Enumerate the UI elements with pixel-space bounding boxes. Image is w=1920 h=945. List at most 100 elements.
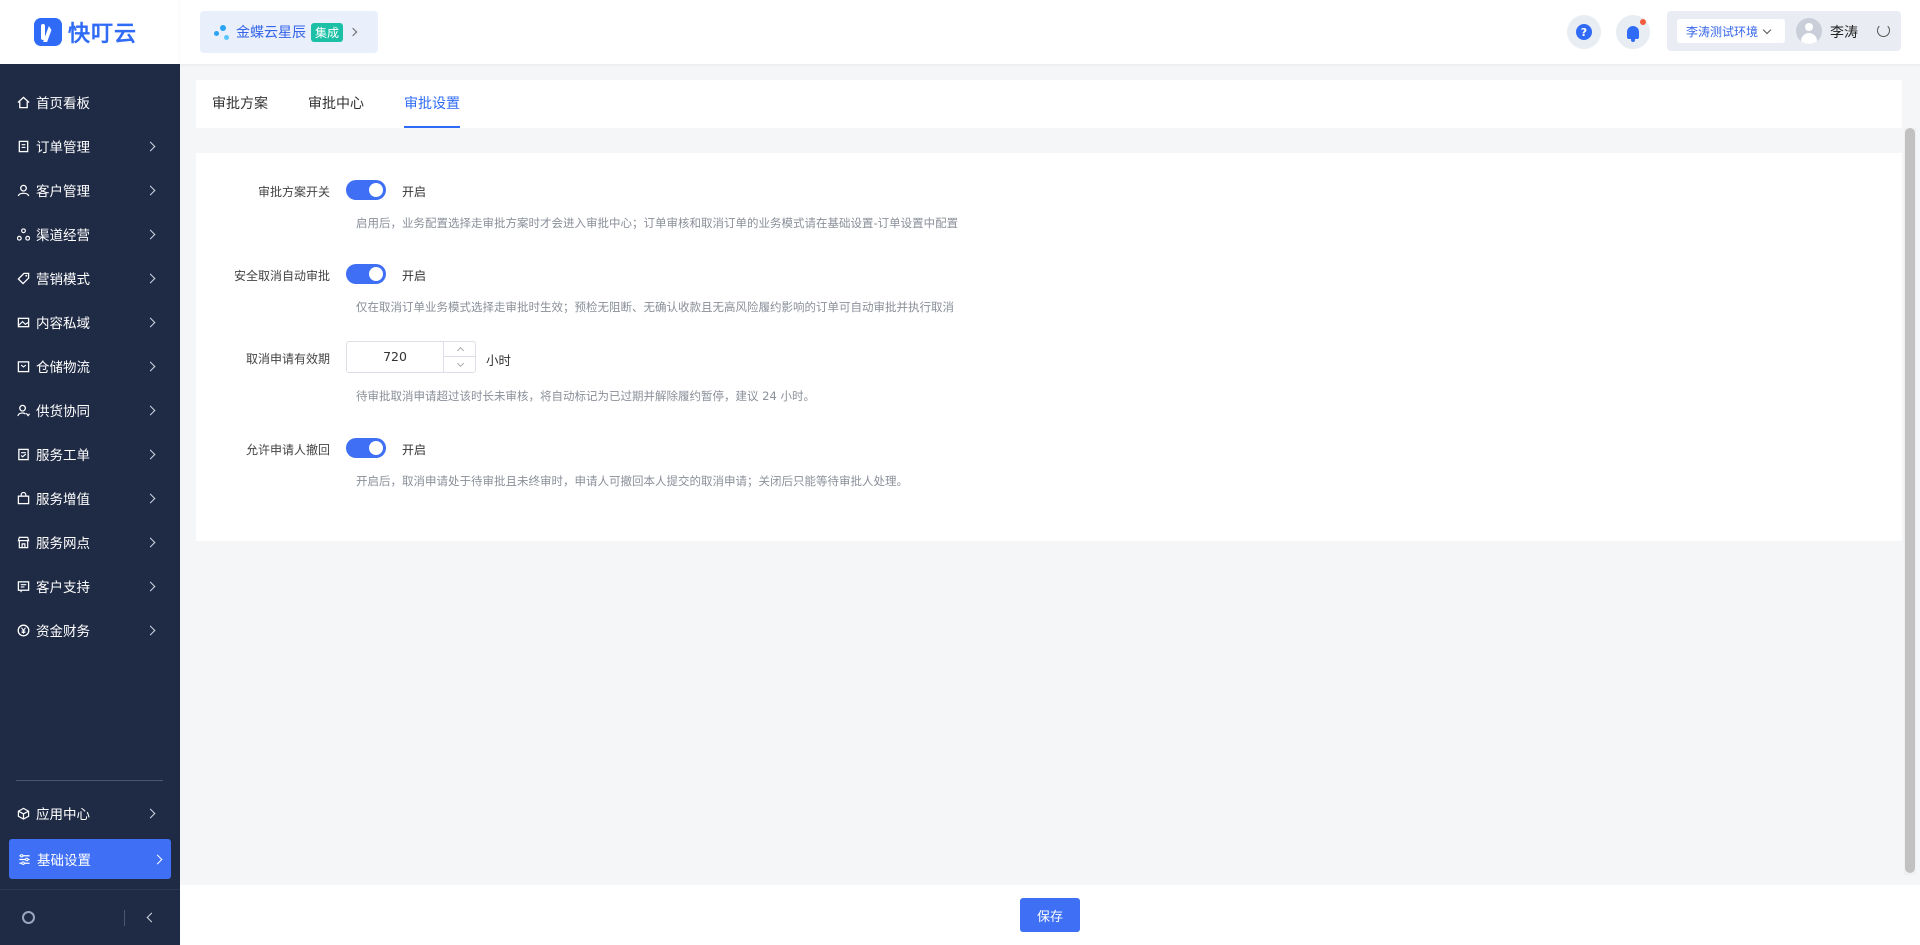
environment-select[interactable]: 李涛测试环境 — [1677, 19, 1785, 43]
field-label: 取消申请有效期 — [245, 352, 330, 366]
yuan-icon — [16, 623, 30, 637]
sidebar: 快叮云 首页看板 订单管理 客户管理 渠道经营 营销模式 内容私域 仓储物流 供… — [0, 0, 180, 945]
environment-label: 李涛测试环境 — [1686, 24, 1759, 39]
collapse-sidebar-icon[interactable] — [146, 912, 157, 923]
sidebar-item-label: 服务网点 — [36, 536, 90, 552]
top-header: 金蝶云星辰 集成 ? 李涛测试环境 李涛 — [180, 0, 1920, 64]
sidebar-bottom-nav: 应用中心 基础设置 — [0, 791, 180, 879]
tab-approval-plans[interactable]: 审批方案 — [212, 80, 268, 128]
refresh-icon[interactable] — [1877, 24, 1890, 37]
sidebar-item-content[interactable]: 内容私域 — [0, 300, 180, 344]
bag-icon — [16, 491, 30, 505]
sidebar-item-label: 客户支持 — [36, 580, 90, 596]
sidebar-item-basic-settings[interactable]: 基础设置 — [9, 839, 171, 879]
approval-settings-form: 审批方案开关 开启 启用后，业务配置选择走审批方案时才会进入审批中心；订单审核和… — [196, 153, 1902, 541]
brand-logo-icon — [212, 22, 232, 42]
toggle-state-text: 开启 — [402, 443, 427, 457]
box-icon — [16, 359, 30, 373]
chevron-right-icon — [145, 317, 156, 327]
gear-icon[interactable] — [22, 911, 35, 924]
tab-approval-settings[interactable]: 审批设置 — [404, 80, 460, 128]
logo[interactable]: 快叮云 — [0, 0, 180, 64]
sidebar-item-finance[interactable]: 资金财务 — [0, 608, 180, 652]
bell-icon — [1627, 25, 1639, 42]
sidebar-item-customers[interactable]: 客户管理 — [0, 168, 180, 212]
question-icon: ? — [1576, 24, 1592, 40]
sidebar-footer — [0, 889, 180, 945]
field-help-text: 启用后，业务配置选择走审批方案时才会进入审批中心；订单审核和取消订单的业务模式请… — [356, 216, 959, 230]
tag-icon — [16, 271, 30, 285]
settings-sliders-icon — [17, 852, 31, 866]
sidebar-item-channels[interactable]: 渠道经营 — [0, 212, 180, 256]
supplier-icon — [16, 403, 30, 417]
store-icon — [16, 535, 30, 549]
footer-action-bar: 保存 — [180, 885, 1920, 945]
save-button[interactable]: 保存 — [1020, 898, 1080, 932]
field-label: 安全取消自动审批 — [233, 269, 330, 283]
home-icon — [16, 95, 30, 109]
sidebar-item-label: 服务增值 — [36, 492, 90, 508]
chevron-down-icon — [456, 359, 464, 367]
main-scrollbar[interactable] — [1904, 128, 1916, 875]
sidebar-item-support[interactable]: 客户支持 — [0, 564, 180, 608]
number-stepper — [443, 342, 476, 372]
scrollbar-thumb[interactable] — [1905, 128, 1915, 873]
user-icon — [16, 183, 30, 197]
sidebar-item-marketing[interactable]: 营销模式 — [0, 256, 180, 300]
tab-bar: 审批方案 审批中心 审批设置 — [196, 80, 1902, 128]
field-help-text: 仅在取消订单业务模式选择走审批时生效；预检无阻断、无确认收款且无高风险履约影响的… — [356, 300, 954, 314]
chevron-right-icon — [145, 405, 156, 415]
chevron-up-icon — [456, 346, 464, 355]
sidebar-item-label: 渠道经营 — [36, 228, 90, 244]
field-label: 允许申请人撤回 — [245, 443, 330, 457]
sidebar-item-label: 内容私域 — [36, 316, 90, 332]
sidebar-item-label: 资金财务 — [36, 624, 90, 640]
cancel-valid-hours-input[interactable]: 720 — [346, 341, 476, 373]
chevron-right-icon — [145, 581, 156, 591]
chevron-right-icon — [145, 625, 156, 635]
user-name[interactable]: 李涛 — [1830, 22, 1858, 42]
notifications-button[interactable] — [1616, 15, 1650, 49]
sidebar-item-service-points[interactable]: 服务网点 — [0, 520, 180, 564]
safe-cancel-auto-approve-toggle[interactable] — [346, 264, 386, 284]
cube-icon — [16, 806, 30, 820]
chevron-right-icon — [348, 27, 358, 37]
sidebar-item-label: 服务工单 — [36, 448, 90, 464]
chevron-right-icon — [145, 537, 156, 547]
help-button[interactable]: ? — [1567, 15, 1601, 49]
approval-plan-toggle[interactable] — [346, 180, 386, 200]
sidebar-item-label: 基础设置 — [37, 853, 91, 869]
decrement-button[interactable] — [444, 357, 476, 372]
integration-brand-chip[interactable]: 金蝶云星辰 集成 — [200, 11, 378, 53]
chevron-right-icon — [145, 808, 156, 818]
sidebar-item-service-tickets[interactable]: 服务工单 — [0, 432, 180, 476]
sidebar-item-supply[interactable]: 供货协同 — [0, 388, 180, 432]
brand-name: 金蝶云星辰 — [236, 25, 306, 41]
chevron-right-icon — [152, 854, 163, 864]
sidebar-divider — [16, 780, 163, 781]
sidebar-item-app-center[interactable]: 应用中心 — [0, 791, 180, 835]
integration-badge: 集成 — [311, 22, 344, 42]
chevron-right-icon — [145, 361, 156, 371]
chevron-right-icon — [145, 449, 156, 459]
increment-button[interactable] — [444, 342, 476, 357]
field-help-text: 开启后，取消申请处于待审批且未终审时，申请人可撤回本人提交的取消申请；关闭后只能… — [356, 474, 908, 488]
allow-withdraw-toggle[interactable] — [346, 438, 386, 458]
channel-icon — [16, 227, 30, 241]
sidebar-item-home[interactable]: 首页看板 — [0, 80, 180, 124]
chevron-right-icon — [145, 141, 156, 151]
chevron-down-icon — [1762, 25, 1772, 34]
sidebar-item-label: 客户管理 — [36, 184, 90, 200]
sidebar-item-service-value[interactable]: 服务增值 — [0, 476, 180, 520]
notification-dot — [1640, 19, 1646, 25]
toggle-state-text: 开启 — [402, 269, 427, 283]
toggle-state-text: 开启 — [402, 185, 427, 199]
sidebar-item-warehouse[interactable]: 仓储物流 — [0, 344, 180, 388]
image-icon — [16, 315, 30, 329]
unit-label: 小时 — [486, 353, 512, 368]
chevron-right-icon — [145, 185, 156, 195]
footer-divider — [124, 910, 125, 926]
avatar[interactable] — [1796, 18, 1822, 44]
sidebar-item-orders[interactable]: 订单管理 — [0, 124, 180, 168]
tab-approval-center[interactable]: 审批中心 — [308, 80, 364, 128]
